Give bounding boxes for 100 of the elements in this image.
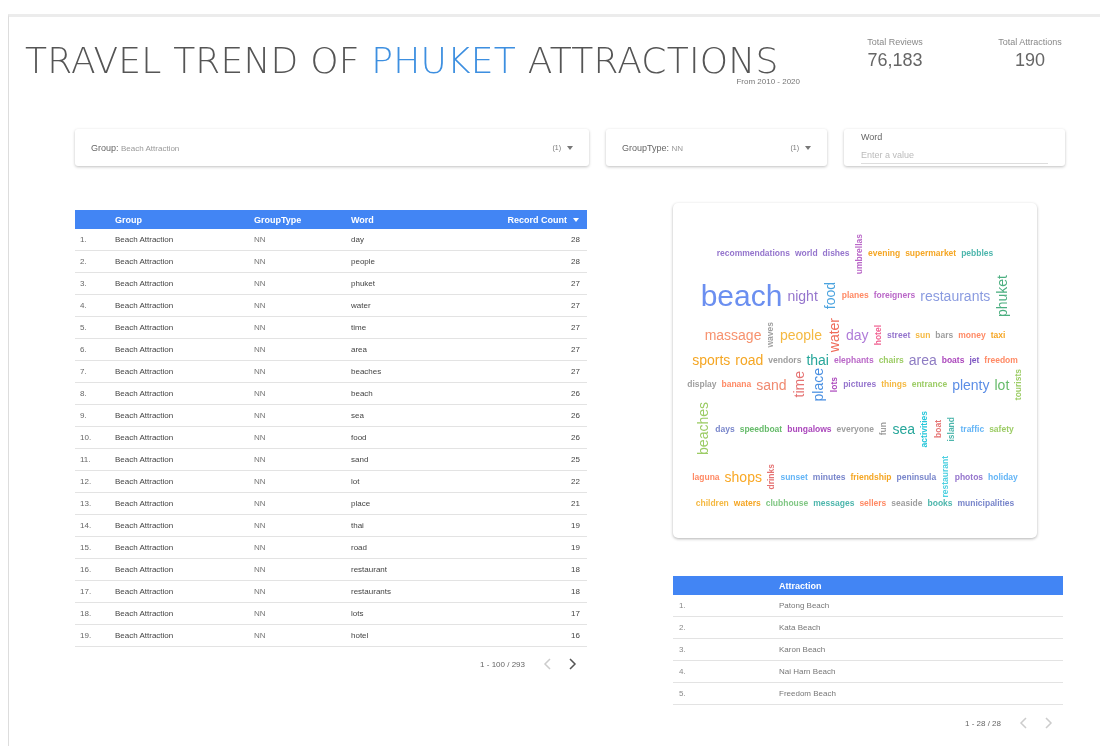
table-cell-text: NN (254, 389, 267, 398)
cloud-word: safety (989, 424, 1014, 434)
cloud-word: vendors (768, 355, 802, 365)
cloud-word: municipalities (957, 498, 1015, 508)
cloud-word: beach (700, 280, 783, 311)
table-cell-text: Beach Attraction (115, 587, 175, 596)
table-cell-text: lot (351, 477, 361, 486)
cloud-word: freedom (984, 355, 1018, 365)
table-cell-text: 19 (570, 521, 581, 530)
cloud-word: pebbles (961, 249, 994, 258)
table-cell-text: NN (254, 609, 267, 618)
cloud-word: evening (868, 249, 901, 258)
cloud-word: chairs (878, 355, 904, 365)
table-cell-text: Beach Attraction (115, 499, 175, 508)
table-cell-text: place (351, 499, 372, 508)
table-cell-text: people (351, 257, 377, 266)
cloud-word: hotel (873, 324, 883, 345)
table-cell-text: thai (351, 521, 365, 530)
cloud-word: speedboat (739, 424, 783, 434)
table-cell-text: Beach Attraction (115, 433, 175, 442)
cloud-word: supermarket (905, 249, 957, 258)
cloud-word: recommendations (716, 249, 790, 258)
cloud-word: messages (813, 498, 855, 508)
cloud-word: beaches (696, 402, 711, 456)
cloud-word: drinks (766, 464, 776, 490)
cloud-word: massage (704, 327, 762, 342)
table-cell-text: Beach Attraction (115, 411, 175, 420)
row-number: 10. (79, 433, 93, 442)
table-cell-text: 18 (570, 565, 581, 574)
row-number: 2. (79, 257, 88, 266)
table-cell-text: 17 (570, 609, 581, 618)
table-cell-text: Karon Beach (779, 645, 827, 654)
table-cell-text: Patong Beach (779, 601, 831, 610)
table-cell-text: NN (254, 521, 267, 530)
cloud-word: time (791, 371, 806, 398)
table-cell-text: Beach Attraction (115, 565, 175, 574)
cloud-word: sand (756, 377, 787, 392)
cloud-word: books (927, 498, 953, 508)
cloud-word: sea (892, 421, 915, 436)
row-number: 18. (79, 609, 93, 618)
row-number: 2. (678, 623, 687, 632)
cloud-word: phuket (995, 274, 1010, 317)
cloud-word: holiday (988, 472, 1018, 482)
table-cell-text: Beach Attraction (115, 609, 175, 618)
row-number: 14. (79, 521, 93, 530)
row-number: 13. (79, 499, 93, 508)
column-header[interactable]: Word (351, 214, 471, 225)
column-header[interactable]: Record Count (471, 214, 573, 225)
scorecard-label: Total Reviews (867, 37, 923, 47)
table-cell-text: NN (254, 433, 267, 442)
sort-caret-icon[interactable] (573, 217, 579, 222)
column-header[interactable]: GroupType (254, 214, 351, 225)
table-cell-text: NN (254, 587, 267, 596)
table-cell-text: 26 (570, 389, 581, 398)
cloud-word: place (810, 367, 825, 402)
cloud-word: road (735, 352, 764, 367)
cloud-word: friendship (850, 472, 892, 482)
table-cell-text: Beach Attraction (115, 279, 175, 288)
table-cell-text: NN (254, 477, 267, 486)
cloud-word: water (827, 317, 841, 352)
table-cell-text: NN (254, 367, 267, 376)
table-cell-text: sea (351, 411, 365, 420)
table-cell-text: Beach Attraction (115, 257, 175, 266)
row-number: 6. (79, 345, 88, 354)
table-cell-text: 26 (570, 433, 581, 442)
cloud-word: seaside (891, 498, 923, 508)
cloud-word: night (787, 288, 818, 303)
table-cell-text: lots (351, 609, 365, 618)
caret-icon (567, 145, 573, 150)
title-text: TRAVEL TREND OF (25, 40, 360, 81)
cloud-word: world (794, 249, 818, 258)
column-header[interactable]: Group (115, 214, 254, 225)
table-cell-text: 27 (570, 301, 581, 310)
pagination-text: 1 - 100 / 293 (480, 659, 525, 669)
cloud-word: bars (935, 330, 954, 340)
table-cell-text: NN (254, 257, 267, 266)
cloud-word: thai (806, 352, 829, 367)
table-cell-text: Kata Beach (779, 623, 822, 632)
table-cell-text: road (351, 543, 368, 552)
table-cell-text: area (351, 345, 368, 354)
table-cell-text: restaurants (351, 587, 393, 596)
cloud-word: area (908, 352, 937, 367)
cloud-word: foreigners (873, 291, 916, 300)
table-cell-text: 25 (570, 455, 581, 464)
row-number: 5. (79, 323, 88, 332)
filter-label: Group: Beach Attraction (91, 142, 181, 153)
cloud-word: shops (724, 470, 762, 485)
cloud-word: day (846, 327, 869, 342)
next-page-icon[interactable] (569, 658, 577, 670)
cloud-word: laguna (692, 472, 720, 482)
row-number: 15. (79, 543, 93, 552)
table-cell-text: time (351, 323, 368, 332)
cloud-word: planes (841, 291, 869, 300)
table-cell-text: sand (351, 455, 370, 464)
cloud-word: sun (915, 330, 931, 340)
table-cell-text: beaches (351, 367, 383, 376)
table-cell-text: 27 (570, 367, 581, 376)
table-cell-text: Beach Attraction (115, 543, 175, 552)
cloud-word: money (958, 330, 986, 340)
table-cell-text: 26 (570, 411, 581, 420)
